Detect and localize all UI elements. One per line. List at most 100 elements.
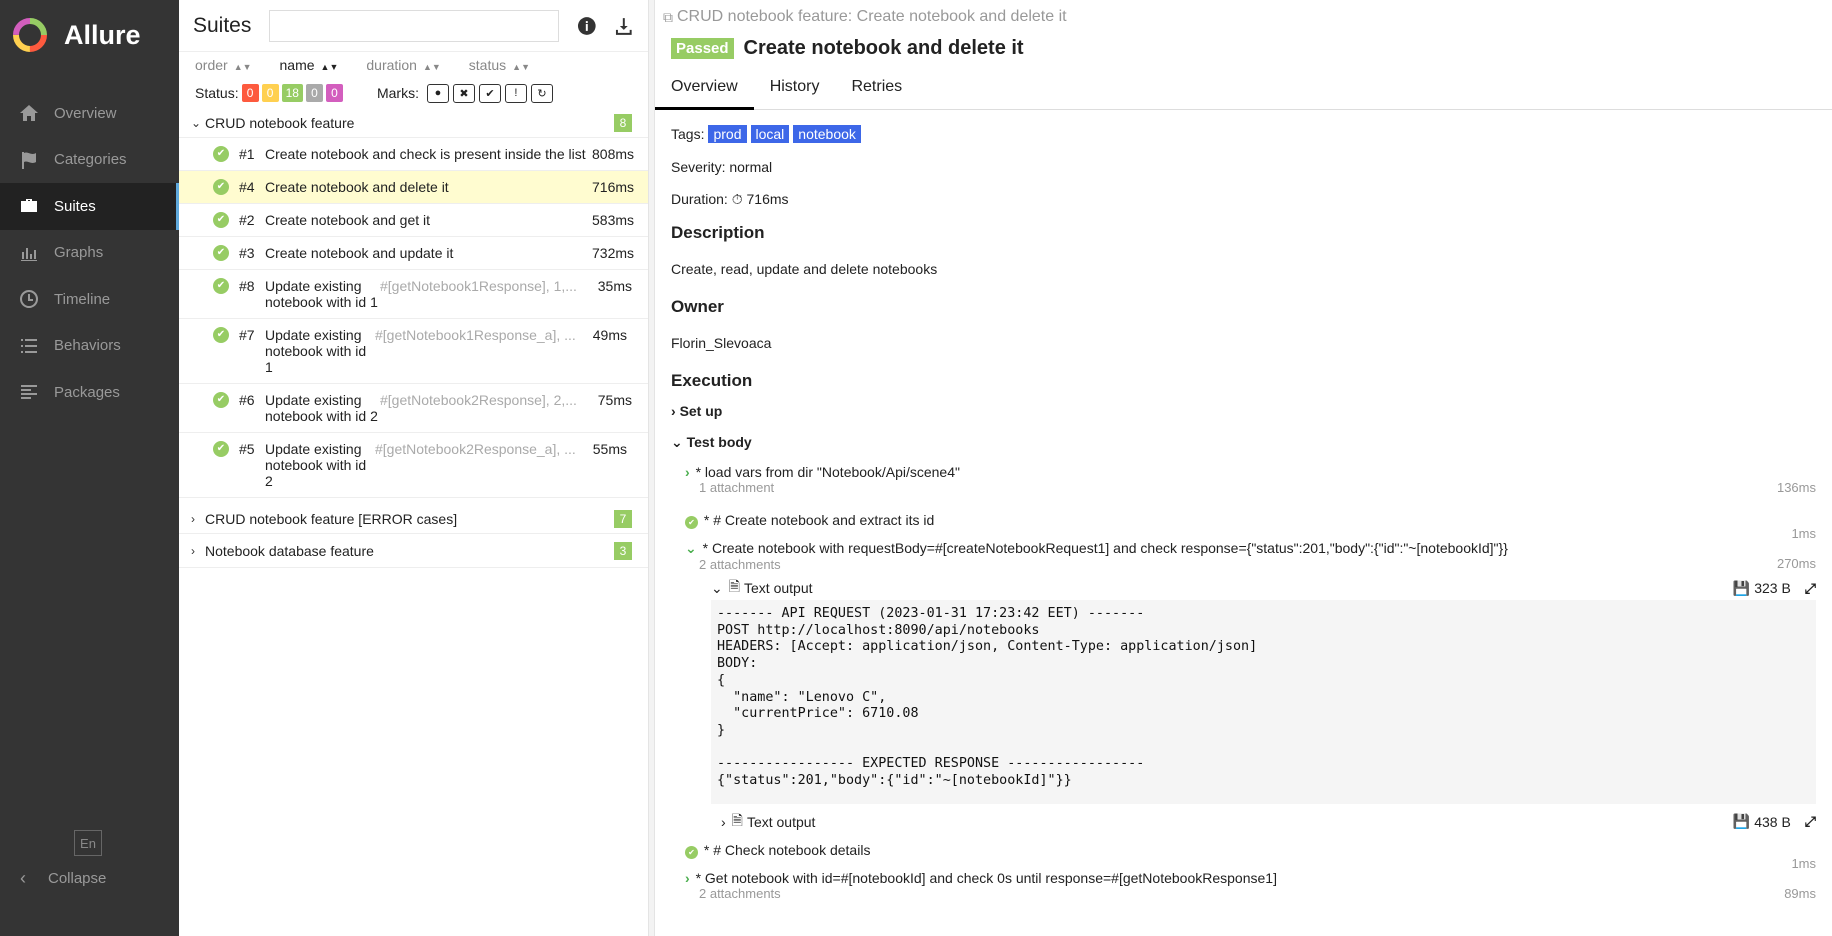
status-filter-failed[interactable]: 0	[241, 84, 259, 102]
brand[interactable]: Allure	[0, 0, 179, 70]
status-filter-unknown[interactable]: 0	[325, 84, 343, 102]
attachment-label: Text output	[746, 813, 816, 830]
breadcrumb[interactable]: ⧉ CRUD notebook feature: Create notebook…	[655, 0, 1832, 34]
suite-group[interactable]: › Notebook database feature 3	[179, 534, 648, 568]
tag: prod	[708, 125, 747, 143]
search-input[interactable]	[269, 9, 559, 42]
sidebar-nav: Overview Categories Suites Graphs Timeli…	[0, 90, 179, 416]
breadcrumb-text: CRUD notebook feature: Create notebook a…	[677, 8, 1067, 25]
step[interactable]: ✔ * # Create notebook and extract its id…	[671, 506, 1816, 541]
row-duration: 808ms	[592, 146, 635, 162]
chevron-right-icon: ›	[191, 543, 195, 558]
attachment-header[interactable]: ⌄ 🗎 Text output 💾 323 B ⤢	[711, 576, 1816, 600]
table-row[interactable]: ✔ #3 Create notebook and update it 732ms	[179, 237, 648, 270]
attachment-label: Text output	[744, 580, 813, 596]
row-number: #1	[239, 146, 255, 162]
passed-check-icon: ✔	[685, 845, 698, 859]
sort-label: order	[195, 57, 228, 73]
table-row[interactable]: ✔ #2 Create notebook and get it 583ms	[179, 204, 648, 237]
table-row[interactable]: ✔ #5 Update existing notebook with id 2 …	[179, 433, 648, 498]
expand-icon[interactable]: ⤢	[1805, 813, 1816, 830]
chevron-right-icon: ›	[671, 403, 676, 419]
status-label: Status:	[195, 85, 239, 101]
status-badge: Passed	[671, 37, 734, 59]
save-icon[interactable]: 💾	[1733, 813, 1750, 830]
tab-overview[interactable]: Overview	[655, 72, 754, 110]
sort-duration[interactable]: duration ▲▼	[366, 57, 440, 73]
suite-group[interactable]: ⌄ CRUD notebook feature 8	[179, 108, 648, 138]
row-number: #6	[239, 392, 255, 408]
table-row[interactable]: ✔ #7 Update existing notebook with id 1 …	[179, 319, 648, 384]
passed-check-icon: ✔	[685, 516, 698, 529]
overview-pane: Tags: prod local notebook Severity: normal …	[655, 110, 1832, 918]
row-name: Update existing notebook with id 2	[265, 392, 378, 424]
exclamation-icon[interactable]: !	[504, 83, 527, 103]
chevron-right-icon: ›	[685, 869, 690, 886]
step[interactable]: ⌄ * Create notebook with requestBody=#[c…	[671, 536, 1816, 576]
sidebar-item-graphs[interactable]: Graphs	[0, 230, 179, 277]
row-name: Create notebook and delete it	[265, 179, 449, 195]
row-duration: 716ms	[592, 179, 635, 195]
table-row[interactable]: ✔ #8 Update existing notebook with id 1 …	[179, 270, 648, 319]
refresh-icon[interactable]: ↻	[530, 83, 553, 103]
status-filter-broken[interactable]: 0	[261, 84, 279, 102]
duration-value: 716ms	[746, 191, 789, 207]
step-text: * # Check notebook details	[703, 841, 871, 858]
row-parameters: #[getNotebook1Response], 1,...	[380, 278, 577, 294]
tab-retries[interactable]: Retries	[835, 72, 918, 110]
owner-text: Florin_Slevoaca	[671, 335, 772, 351]
table-row[interactable]: ✔ #6 Update existing notebook with id 2 …	[179, 384, 648, 433]
copy-icon[interactable]: ⧉	[663, 9, 673, 26]
sidebar-item-timeline[interactable]: Timeline	[0, 276, 179, 323]
attachment-size: 438 B	[1754, 813, 1791, 830]
step-attachments: 2 attachments	[699, 557, 781, 572]
sidebar-item-overview[interactable]: Overview	[0, 90, 179, 137]
passed-check-icon: ✔	[213, 392, 229, 408]
sort-status[interactable]: status ▲▼	[469, 57, 530, 73]
tab-history[interactable]: History	[754, 72, 836, 110]
save-icon[interactable]: 💾	[1733, 580, 1750, 597]
setup-section[interactable]: › Set up	[671, 396, 1816, 427]
status-filter-passed[interactable]: 18	[281, 84, 303, 102]
step[interactable]: › * Get notebook with id=#[notebookId] a…	[671, 864, 1816, 904]
row-number: #8	[239, 278, 255, 294]
chevron-right-icon: ›	[721, 813, 726, 830]
sidebar-item-packages[interactable]: Packages	[0, 369, 179, 416]
language-button[interactable]: En	[74, 830, 102, 856]
status-filter-skipped[interactable]: 0	[305, 84, 323, 102]
table-row[interactable]: ✔ #4 Create notebook and delete it 716ms	[179, 171, 648, 204]
severity: Severity: normal	[671, 159, 773, 175]
bomb-icon[interactable]: ●	[426, 83, 449, 103]
sidebar-item-suites[interactable]: Suites	[0, 183, 179, 230]
step[interactable]: › * load vars from dir "Notebook/Api/sce…	[671, 458, 1816, 506]
expand-icon[interactable]: ⤢	[1805, 580, 1816, 597]
page-title: Suites	[193, 13, 252, 37]
step-duration: 89ms	[1784, 885, 1816, 901]
testbody-section[interactable]: ⌄ Test body	[671, 427, 1816, 458]
sort-name[interactable]: name ▲▼	[280, 57, 339, 73]
group-name: CRUD notebook feature [ERROR cases]	[205, 510, 458, 527]
sort-bar: order ▲▼ name ▲▼ duration ▲▼ status ▲▼	[179, 52, 648, 78]
sidebar-item-behaviors[interactable]: Behaviors	[0, 323, 179, 370]
attachment-size: 323 B	[1754, 580, 1791, 596]
row-parameters: #[getNotebook2Response_a], ...	[375, 441, 576, 457]
check-icon[interactable]: ✔	[478, 83, 501, 103]
attachment-header[interactable]: › 🗎 Text output 💾 438 B ⤢	[711, 810, 1816, 834]
close-icon[interactable]: ✖	[452, 83, 475, 103]
table-row[interactable]: ✔ #1 Create notebook and check is presen…	[179, 138, 648, 171]
flag-icon	[18, 149, 40, 171]
tags-label: Tags:	[671, 126, 705, 142]
step[interactable]: ✔ * # Check notebook details 1ms	[671, 834, 1816, 871]
download-icon[interactable]	[614, 16, 634, 36]
sidebar-item-label: Categories	[54, 151, 127, 169]
suite-group[interactable]: › CRUD notebook feature [ERROR cases] 7	[179, 504, 648, 534]
sidebar-item-categories[interactable]: Categories	[0, 137, 179, 184]
sort-order[interactable]: order ▲▼	[195, 57, 252, 73]
tags-line: Tags: prod local notebook	[671, 125, 1816, 150]
passed-check-icon: ✔	[213, 179, 229, 195]
bar-chart-icon	[18, 242, 40, 264]
info-icon[interactable]	[577, 16, 597, 36]
test-details: ⧉ CRUD notebook feature: Create notebook…	[655, 0, 1832, 936]
collapse-button[interactable]: ‹ Collapse	[20, 868, 106, 889]
row-duration: 35ms	[597, 278, 632, 294]
